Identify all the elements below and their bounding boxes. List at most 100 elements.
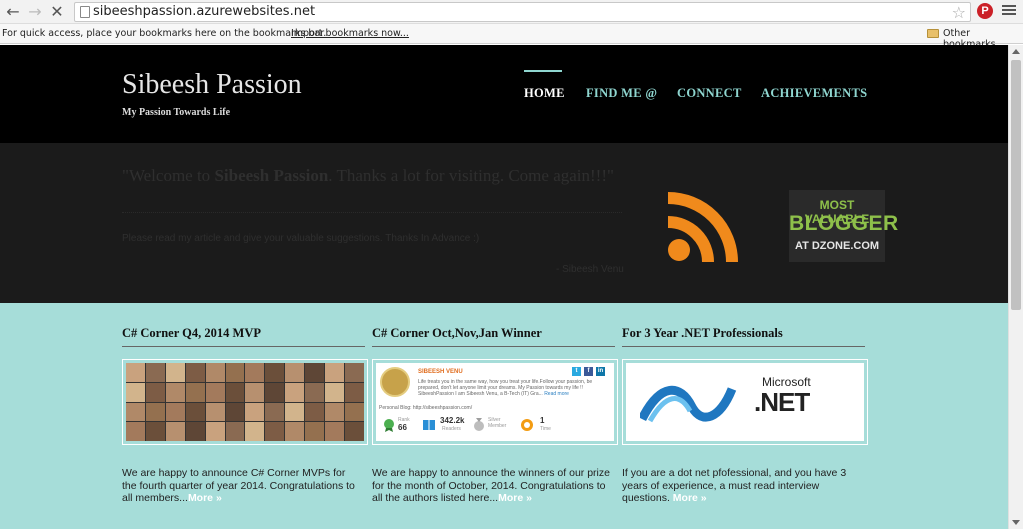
collage-photo [205, 422, 225, 441]
scroll-down-icon[interactable] [1012, 520, 1020, 525]
more-link[interactable]: More » [673, 492, 707, 504]
collage-photo [126, 402, 145, 422]
site-title[interactable]: Sibeesh Passion [122, 69, 302, 101]
bookmarks-bar: For quick access, place your bookmarks h… [0, 24, 1023, 50]
collage-photo [185, 422, 205, 441]
collage-photo [305, 402, 325, 422]
collage-photo [225, 382, 245, 402]
card-text: We are happy to announce the winners of … [372, 467, 610, 504]
folder-icon [927, 29, 939, 38]
close-icon[interactable]: ✕ [47, 2, 67, 22]
welcome-section: "Welcome to Sibeesh Passion. Thanks a lo… [0, 143, 1008, 303]
collage-photo [165, 402, 185, 422]
collage-photo [265, 422, 285, 441]
collage-photo [126, 363, 145, 382]
divider [372, 346, 615, 347]
arrow-right-icon[interactable]: → [25, 2, 45, 22]
card-image-frame[interactable]: Microsoft .NET [622, 359, 868, 445]
collage-photo [225, 422, 245, 441]
dotnet-logo-image[interactable]: Microsoft .NET [626, 363, 864, 441]
menu-icon[interactable] [1002, 3, 1016, 19]
collage-photo [185, 382, 205, 402]
page-scrollbar[interactable] [1008, 45, 1023, 529]
collage-photo [185, 402, 205, 422]
collage-photo [345, 402, 364, 422]
arrow-left-icon[interactable]: ← [3, 2, 23, 22]
profile-name: SIBEESH VENU [418, 369, 463, 375]
profile-blog: Personal Blog: http://sibeeshpassion.com… [379, 405, 473, 411]
card-image-frame[interactable] [122, 359, 368, 445]
collage-photo [165, 382, 185, 402]
collage-photo [245, 382, 265, 402]
mvp-collage-image[interactable] [126, 363, 364, 441]
bookmarks-prompt: For quick access, place your bookmarks h… [2, 28, 327, 39]
collage-photo [145, 402, 165, 422]
dotnet-text: .NET [754, 387, 810, 417]
collage-photo [145, 382, 165, 402]
profile-card-image[interactable]: SIBEESH VENU t f in Life treats you in t… [376, 363, 614, 441]
more-link[interactable]: More » [498, 492, 532, 504]
facebook-icon[interactable]: f [584, 367, 593, 376]
nav-achievements[interactable]: ACHIEVEMENTS [761, 86, 867, 101]
scroll-thumb[interactable] [1011, 60, 1021, 310]
nav-home[interactable]: HOME [524, 86, 565, 101]
collage-photo [325, 382, 345, 402]
collage-photo [185, 363, 205, 382]
award-icon [521, 419, 533, 431]
import-bookmarks-link[interactable]: Import bookmarks now... [291, 28, 409, 39]
collage-photo [265, 402, 285, 422]
profile-bio: Life treats you in the same way, how you… [418, 379, 593, 397]
star-icon[interactable]: ☆ [952, 3, 966, 22]
silver-medal-icon [474, 418, 484, 431]
welcome-heading: "Welcome to Sibeesh Passion. Thanks a lo… [122, 166, 614, 185]
card-title: C# Corner Q4, 2014 MVP [122, 326, 261, 340]
more-link[interactable]: More » [188, 492, 222, 504]
collage-photo [165, 363, 185, 382]
collage-photo [345, 382, 364, 402]
mvb-badge[interactable]: MOST VALUABLE BLOGGER AT DZONE.COM [789, 190, 898, 262]
collage-photo [265, 382, 285, 402]
collage-photo [225, 402, 245, 422]
collage-photo [285, 422, 305, 441]
card-text: We are happy to announce C# Corner MVPs … [122, 467, 355, 504]
address-bar[interactable]: sibeeshpassion.azurewebsites.net ☆ [74, 2, 971, 22]
card-title: C# Corner Oct,Nov,Jan Winner [372, 326, 542, 340]
collage-photo [145, 363, 165, 382]
book-icon [423, 420, 435, 430]
pinterest-icon[interactable]: P [977, 3, 993, 19]
dotnet-wave-icon [640, 385, 737, 423]
divider [122, 212, 622, 213]
collage-photo [205, 382, 225, 402]
nav-find-me[interactable]: FIND ME @ [586, 86, 657, 101]
collage-photo [145, 422, 165, 441]
card-title: For 3 Year .NET Professionals [622, 326, 783, 340]
collage-photo [345, 422, 364, 441]
avatar [380, 367, 410, 397]
collage-photo [285, 382, 305, 402]
card-image-frame[interactable]: SIBEESH VENU t f in Life treats you in t… [372, 359, 618, 445]
url-text[interactable]: sibeeshpassion.azurewebsites.net [93, 4, 315, 19]
collage-photo [265, 363, 285, 382]
rank-icon [384, 419, 394, 432]
collage-photo [285, 402, 305, 422]
collage-photo [325, 363, 345, 382]
nav-connect[interactable]: CONNECT [677, 86, 742, 101]
collage-photo [205, 402, 225, 422]
linkedin-icon[interactable]: in [596, 367, 605, 376]
collage-photo [305, 363, 325, 382]
collage-photo [325, 402, 345, 422]
achievements-section: C# Corner Q4, 2014 MVP We are happy to a… [0, 303, 1008, 529]
divider [622, 346, 865, 347]
collage-photo [285, 363, 305, 382]
collage-photo [165, 422, 185, 441]
twitter-icon[interactable]: t [572, 367, 581, 376]
scroll-up-icon[interactable] [1012, 49, 1020, 54]
rss-icon[interactable] [665, 192, 763, 264]
collage-photo [325, 422, 345, 441]
nav-active-indicator [524, 70, 562, 72]
browser-toolbar: ← → ✕ sibeeshpassion.azurewebsites.net ☆… [0, 0, 1023, 24]
site-header: Sibeesh Passion My Passion Towards Life … [0, 45, 1008, 143]
welcome-text: Please read my article and give your val… [122, 233, 480, 244]
collage-photo [126, 422, 145, 441]
collage-photo [245, 363, 265, 382]
